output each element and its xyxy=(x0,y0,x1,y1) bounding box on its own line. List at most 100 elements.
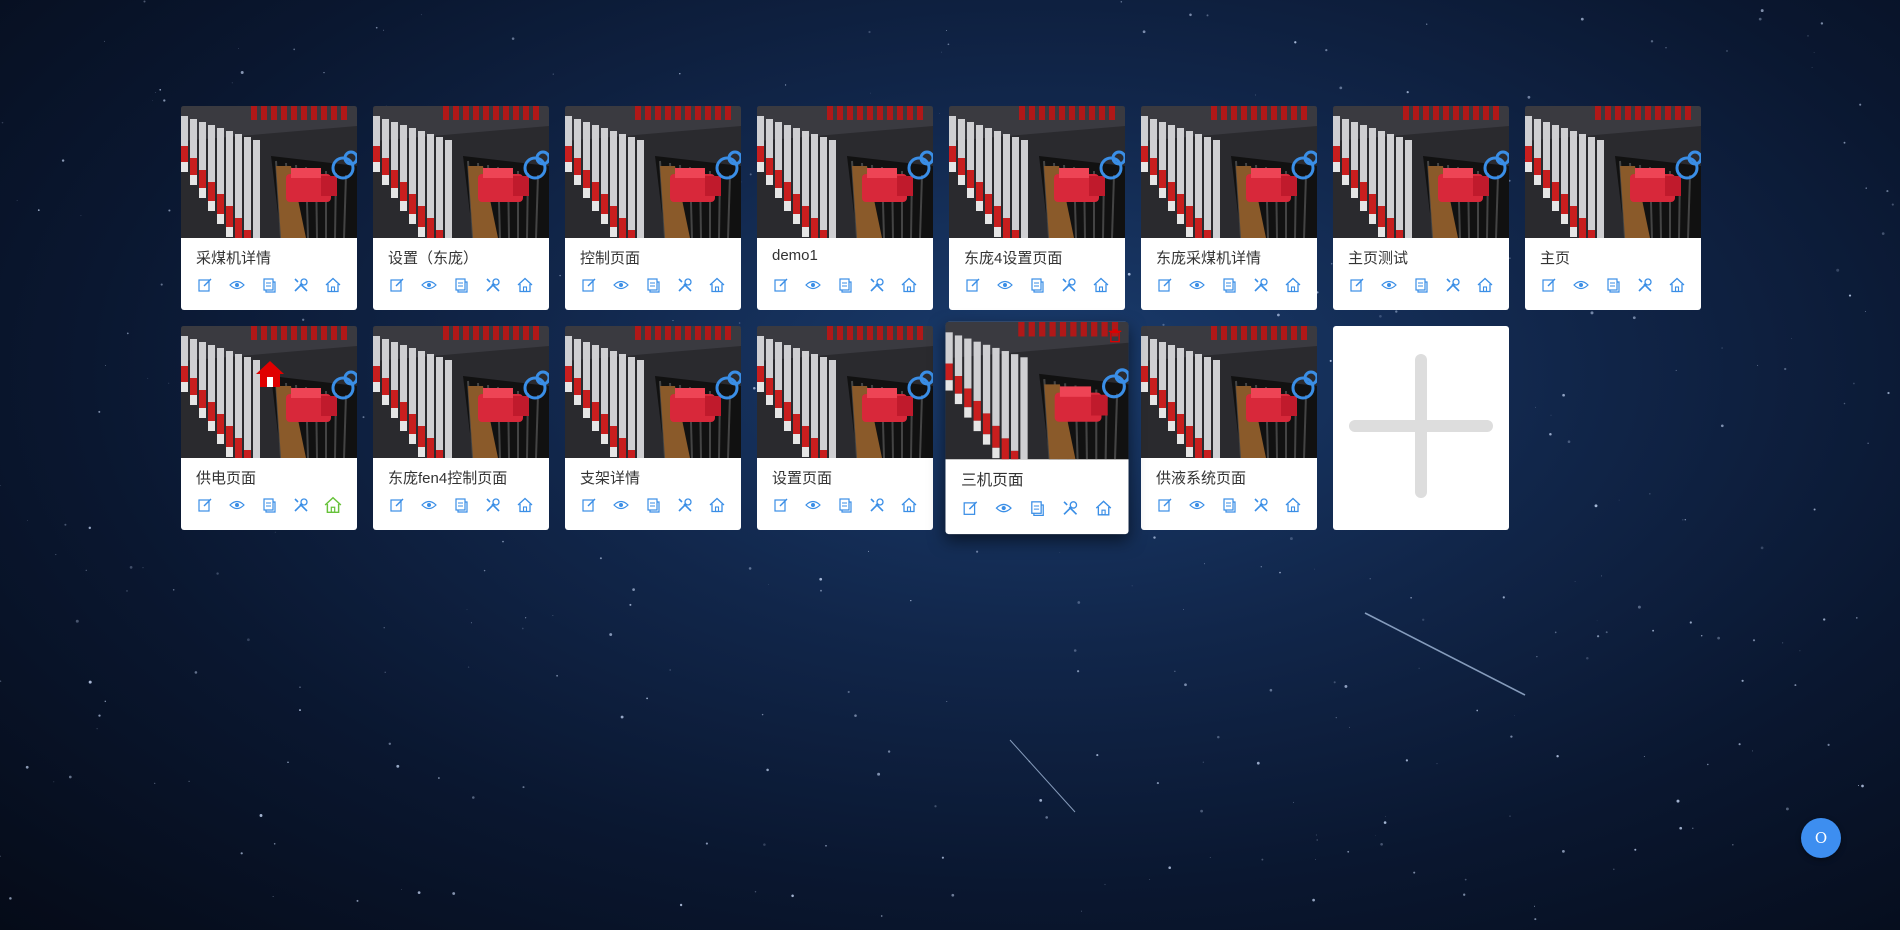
home-icon[interactable] xyxy=(899,495,919,515)
preview-eye-icon[interactable] xyxy=(611,275,631,295)
edit-icon[interactable] xyxy=(771,275,791,295)
tools-icon[interactable] xyxy=(1443,275,1463,295)
edit-icon[interactable] xyxy=(963,275,983,295)
page-card[interactable]: 供液系统页面 xyxy=(1141,326,1317,530)
page-card[interactable]: demo1 xyxy=(757,106,933,310)
page-thumbnail[interactable] xyxy=(1333,106,1509,238)
page-thumbnail[interactable] xyxy=(1525,106,1701,238)
page-card[interactable]: 供电页面 xyxy=(181,326,357,530)
home-icon[interactable] xyxy=(323,275,343,295)
page-card[interactable]: 东庞fen4控制页面 xyxy=(373,326,549,530)
tools-icon[interactable] xyxy=(1635,275,1655,295)
edit-icon[interactable] xyxy=(195,495,215,515)
tools-icon[interactable] xyxy=(1060,498,1081,519)
preview-eye-icon[interactable] xyxy=(227,495,247,515)
preview-eye-icon[interactable] xyxy=(1187,495,1207,515)
page-thumbnail[interactable] xyxy=(757,106,933,238)
preview-eye-icon[interactable] xyxy=(803,275,823,295)
page-thumbnail[interactable] xyxy=(945,321,1129,460)
preview-eye-icon[interactable] xyxy=(993,498,1014,519)
tools-icon[interactable] xyxy=(1251,495,1271,515)
home-icon[interactable] xyxy=(707,495,727,515)
delete-icon[interactable] xyxy=(1108,328,1123,343)
copy-icon[interactable] xyxy=(643,275,663,295)
preview-eye-icon[interactable] xyxy=(1379,275,1399,295)
tools-icon[interactable] xyxy=(867,275,887,295)
tools-icon[interactable] xyxy=(291,495,311,515)
preview-eye-icon[interactable] xyxy=(995,275,1015,295)
home-icon[interactable] xyxy=(323,495,343,515)
page-card[interactable]: 采煤机详情 xyxy=(181,106,357,310)
edit-icon[interactable] xyxy=(579,495,599,515)
page-thumbnail[interactable] xyxy=(1141,326,1317,458)
home-icon[interactable] xyxy=(515,495,535,515)
page-card[interactable]: 控制页面 xyxy=(565,106,741,310)
copy-icon[interactable] xyxy=(259,275,279,295)
page-thumbnail[interactable] xyxy=(949,106,1125,238)
page-card[interactable]: 主页测试 xyxy=(1333,106,1509,310)
page-thumbnail[interactable] xyxy=(181,106,357,238)
edit-icon[interactable] xyxy=(1155,495,1175,515)
page-card[interactable]: 东庞4设置页面 xyxy=(949,106,1125,310)
home-icon[interactable] xyxy=(707,275,727,295)
page-card[interactable]: 主页 xyxy=(1525,106,1701,310)
copy-icon[interactable] xyxy=(835,275,855,295)
home-icon[interactable] xyxy=(1667,275,1687,295)
page-card[interactable]: 三机页面 xyxy=(945,321,1129,535)
home-icon[interactable] xyxy=(1283,495,1303,515)
edit-icon[interactable] xyxy=(387,495,407,515)
tools-icon[interactable] xyxy=(291,275,311,295)
page-thumbnail[interactable] xyxy=(373,326,549,458)
edit-icon[interactable] xyxy=(960,498,981,519)
edit-icon[interactable] xyxy=(387,275,407,295)
home-icon[interactable] xyxy=(1093,498,1114,519)
copy-icon[interactable] xyxy=(1603,275,1623,295)
preview-eye-icon[interactable] xyxy=(227,275,247,295)
home-icon[interactable] xyxy=(1091,275,1111,295)
tools-icon[interactable] xyxy=(483,495,503,515)
copy-icon[interactable] xyxy=(451,495,471,515)
page-thumbnail[interactable] xyxy=(565,106,741,238)
copy-icon[interactable] xyxy=(1027,275,1047,295)
copy-icon[interactable] xyxy=(451,275,471,295)
copy-icon[interactable] xyxy=(835,495,855,515)
copy-icon[interactable] xyxy=(643,495,663,515)
preview-eye-icon[interactable] xyxy=(419,275,439,295)
edit-icon[interactable] xyxy=(1155,275,1175,295)
tools-icon[interactable] xyxy=(1251,275,1271,295)
preview-eye-icon[interactable] xyxy=(1571,275,1591,295)
edit-icon[interactable] xyxy=(1539,275,1559,295)
copy-icon[interactable] xyxy=(259,495,279,515)
tools-icon[interactable] xyxy=(483,275,503,295)
tools-icon[interactable] xyxy=(1059,275,1079,295)
add-page-card[interactable] xyxy=(1333,326,1509,530)
edit-icon[interactable] xyxy=(771,495,791,515)
tools-icon[interactable] xyxy=(867,495,887,515)
edit-icon[interactable] xyxy=(195,275,215,295)
page-thumbnail[interactable] xyxy=(373,106,549,238)
copy-icon[interactable] xyxy=(1219,495,1239,515)
page-card[interactable]: 设置页面 xyxy=(757,326,933,530)
tools-icon[interactable] xyxy=(675,495,695,515)
copy-icon[interactable] xyxy=(1219,275,1239,295)
preview-eye-icon[interactable] xyxy=(1187,275,1207,295)
page-thumbnail[interactable] xyxy=(565,326,741,458)
copy-icon[interactable] xyxy=(1411,275,1431,295)
preview-eye-icon[interactable] xyxy=(611,495,631,515)
tools-icon[interactable] xyxy=(675,275,695,295)
edit-icon[interactable] xyxy=(1347,275,1367,295)
home-icon[interactable] xyxy=(899,275,919,295)
page-thumbnail[interactable] xyxy=(181,326,357,458)
page-card[interactable]: 设置（东庞） xyxy=(373,106,549,310)
floating-action-button[interactable]: O xyxy=(1801,818,1841,858)
home-icon[interactable] xyxy=(1475,275,1495,295)
page-card[interactable]: 东庞采煤机详情 xyxy=(1141,106,1317,310)
copy-icon[interactable] xyxy=(1027,498,1048,519)
preview-eye-icon[interactable] xyxy=(419,495,439,515)
home-icon[interactable] xyxy=(515,275,535,295)
home-icon[interactable] xyxy=(1283,275,1303,295)
page-thumbnail[interactable] xyxy=(1141,106,1317,238)
preview-eye-icon[interactable] xyxy=(803,495,823,515)
page-card[interactable]: 支架详情 xyxy=(565,326,741,530)
page-thumbnail[interactable] xyxy=(757,326,933,458)
